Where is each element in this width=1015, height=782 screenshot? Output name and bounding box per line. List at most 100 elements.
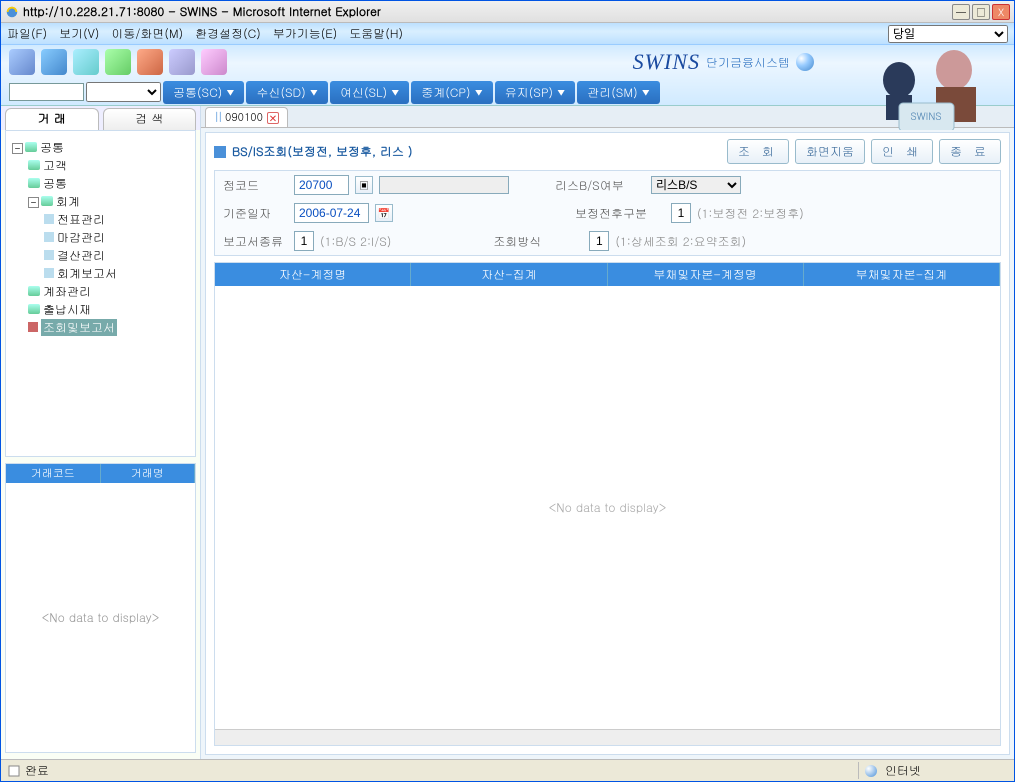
titlebar: http://10.228.21.71:8080 - SWINS - Micro…	[1, 1, 1014, 23]
tree-root[interactable]: 공통	[40, 139, 64, 156]
date-label: 기준일자	[223, 205, 288, 222]
print-button[interactable]: 인 쇄	[871, 139, 933, 164]
maximize-button[interactable]: □	[972, 4, 990, 20]
nav-relay[interactable]: 중계(CP)▼	[411, 81, 493, 104]
tool-icon-7[interactable]	[201, 49, 227, 75]
tool-icon-5[interactable]	[137, 49, 163, 75]
grid-empty: <No data to display>	[215, 286, 1000, 729]
content-area: || 090100 ✕ BS/IS조회(보정전, 보정후, 리스 ) 조 회 화…	[201, 106, 1014, 759]
nav-maint[interactable]: 유지(SP)▼	[495, 81, 575, 104]
left-pane: 거 래 검 색 -공통 고객 공통 -회계 전표관리 마감관리	[1, 106, 201, 759]
report-input[interactable]	[294, 231, 314, 251]
tree-item[interactable]: 공통	[43, 175, 67, 192]
folder-icon	[41, 196, 53, 206]
tree-item[interactable]: 출납시재	[43, 301, 91, 318]
date-input[interactable]	[294, 203, 369, 223]
tab-transaction[interactable]: 거 래	[5, 108, 99, 130]
day-select[interactable]: 당일	[888, 25, 1008, 43]
tab-close-icon[interactable]: ✕	[267, 112, 279, 124]
menu-help[interactable]: 도움말(H)	[349, 25, 403, 42]
tree-item[interactable]: 회계	[56, 193, 80, 210]
page-title: BS/IS조회(보정전, 보정후, 리스 )	[232, 143, 413, 160]
statusbar: 완료 인터넷	[1, 759, 1014, 781]
view-input[interactable]	[589, 231, 609, 251]
tab-search[interactable]: 검 색	[103, 108, 197, 130]
tree[interactable]: -공통 고객 공통 -회계 전표관리 마감관리 결산관리 회계보고서	[5, 130, 196, 457]
left-select[interactable]	[86, 82, 161, 102]
adj-hint: (1:보정전 2:보정후)	[697, 205, 804, 222]
col-liab-name[interactable]: 부채및자본-계정명	[608, 263, 804, 286]
lease-select[interactable]: 리스B/S	[651, 176, 741, 194]
form-area: 점코드 ▣ 리스B/S여부 리스B/S 기준일자 📅 보정전후구분	[214, 170, 1001, 256]
result-grid: 자산-계정명 자산-집계 부채및자본-계정명 부채및자본-집계 <No data…	[214, 262, 1001, 746]
exit-button[interactable]: 종 료	[939, 139, 1001, 164]
tool-icon-4[interactable]	[105, 49, 131, 75]
clear-button[interactable]: 화면지움	[795, 139, 865, 164]
menubar: 파일(F) 보기(V) 이동/화면(M) 환경설정(C) 부가기능(E) 도움말…	[1, 23, 1014, 45]
col-liab-sum[interactable]: 부채및자본-집계	[804, 263, 1000, 286]
menu-config[interactable]: 환경설정(C)	[195, 25, 261, 42]
minimize-button[interactable]: ─	[952, 4, 970, 20]
trade-grid: 거래코드 거래명 <No data to display>	[5, 463, 196, 753]
view-hint: (1:상세조회 2:요약조회)	[615, 233, 746, 250]
page-icon	[44, 250, 54, 260]
tree-item[interactable]: 계좌관리	[43, 283, 91, 300]
nav-common[interactable]: 공통(SC)▼	[163, 81, 244, 104]
tool-icon-3[interactable]	[73, 49, 99, 75]
ie-icon	[5, 5, 19, 19]
branch-name-box	[379, 176, 509, 194]
nav-loan[interactable]: 여신(SL)▼	[330, 81, 409, 104]
tree-item[interactable]: 고객	[43, 157, 67, 174]
report-hint: (1:B/S 2:I/S)	[320, 233, 391, 250]
grid-scrollbar[interactable]	[215, 729, 1000, 745]
folder-icon	[25, 142, 37, 152]
brand-sub: 단기금융시스템	[706, 54, 790, 71]
col-asset-name[interactable]: 자산-계정명	[215, 263, 411, 286]
query-button[interactable]: 조 회	[727, 139, 789, 164]
page-icon	[44, 232, 54, 242]
tree-item[interactable]: 전표관리	[57, 211, 105, 228]
nav-deposit[interactable]: 수신(SD)▼	[246, 81, 328, 104]
status-text: 완료	[25, 762, 49, 779]
page-icon	[44, 214, 54, 224]
tree-item[interactable]: 회계보고서	[57, 265, 117, 282]
adj-input[interactable]	[671, 203, 691, 223]
trade-empty: <No data to display>	[6, 483, 195, 752]
menu-move[interactable]: 이동/화면(M)	[111, 25, 183, 42]
trade-col-name[interactable]: 거래명	[101, 464, 196, 483]
branch-lookup-icon[interactable]: ▣	[355, 176, 373, 194]
page-icon	[28, 322, 38, 332]
chevron-down-icon: ▼	[226, 86, 234, 99]
calendar-icon[interactable]: 📅	[375, 204, 393, 222]
doc-tab-id: 090100	[225, 110, 263, 125]
close-button[interactable]: X	[992, 4, 1010, 20]
menu-view[interactable]: 보기(V)	[59, 25, 99, 42]
chevron-down-icon: ▼	[475, 86, 483, 99]
doc-tab[interactable]: || 090100 ✕	[205, 107, 288, 127]
tree-toggle[interactable]: -	[12, 143, 23, 154]
tree-item[interactable]: 결산관리	[57, 247, 105, 264]
folder-icon	[28, 286, 40, 296]
tool-icon-1[interactable]	[9, 49, 35, 75]
brand-name: SWINS	[633, 49, 700, 75]
tool-icon-2[interactable]	[41, 49, 67, 75]
tree-item-selected[interactable]: 조회및보고서	[41, 319, 117, 336]
menu-file[interactable]: 파일(F)	[7, 25, 47, 42]
chevron-down-icon: ▼	[557, 86, 565, 99]
folder-icon	[28, 160, 40, 170]
brand: SWINS 단기금융시스템	[633, 49, 814, 75]
lease-label: 리스B/S여부	[555, 177, 645, 194]
tree-item[interactable]: 마감관리	[57, 229, 105, 246]
zone-text: 인터넷	[885, 762, 921, 779]
menu-extra[interactable]: 부가기능(E)	[273, 25, 338, 42]
chevron-down-icon: ▼	[391, 86, 399, 99]
view-label: 조회방식	[493, 233, 583, 250]
left-blank-input[interactable]	[9, 83, 84, 101]
branch-input[interactable]	[294, 175, 349, 195]
branch-label: 점코드	[223, 177, 288, 194]
tool-icon-6[interactable]	[169, 49, 195, 75]
tree-toggle[interactable]: -	[28, 197, 39, 208]
trade-col-code[interactable]: 거래코드	[6, 464, 101, 483]
col-asset-sum[interactable]: 자산-집계	[411, 263, 607, 286]
nav-admin[interactable]: 관리(SM)▼	[577, 81, 660, 104]
